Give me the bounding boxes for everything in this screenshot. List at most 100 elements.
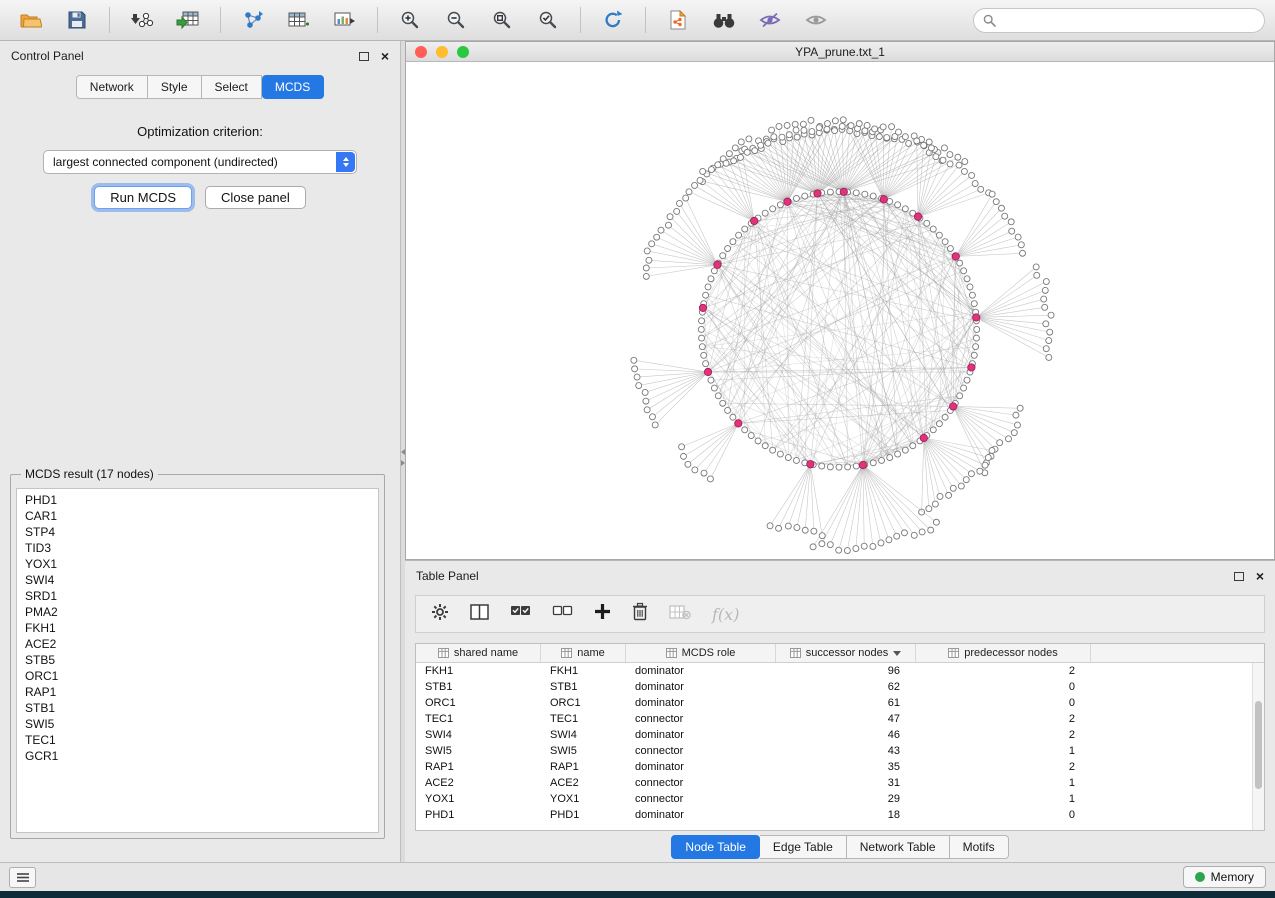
zoom-in-button[interactable] (389, 4, 431, 37)
cell-predecessor-nodes[interactable]: 1 (916, 775, 1091, 791)
cell-shared-name[interactable]: TEC1 (416, 711, 541, 727)
cell-name[interactable]: ACE2 (541, 775, 626, 791)
table-settings-button[interactable] (431, 603, 449, 626)
cell-name[interactable]: ORC1 (541, 695, 626, 711)
delete-column-button[interactable] (632, 602, 648, 626)
control-panel-tab[interactable]: Network (76, 75, 148, 99)
cell-successor-nodes[interactable]: 62 (776, 679, 916, 695)
open-file-button[interactable] (10, 4, 52, 37)
dropdown-stepper-icon[interactable] (336, 152, 355, 172)
cell-shared-name[interactable]: SWI5 (416, 743, 541, 759)
cell-shared-name[interactable]: FKH1 (416, 663, 541, 679)
table-row[interactable]: YOX1 YOX1 connector 29 1 (416, 791, 1252, 807)
mcds-result-item[interactable]: YOX1 (17, 556, 378, 572)
sort-arrow-icon[interactable] (893, 651, 901, 656)
zoom-selected-button[interactable] (527, 4, 569, 37)
minimize-window-icon[interactable] (436, 46, 448, 58)
import-table-button[interactable] (167, 4, 209, 37)
cell-successor-nodes[interactable]: 43 (776, 743, 916, 759)
mcds-result-item[interactable]: SWI4 (17, 572, 378, 588)
table-row[interactable]: PHD1 PHD1 dominator 18 0 (416, 807, 1252, 823)
table-tab[interactable]: Motifs (950, 835, 1009, 859)
cell-mcds-role[interactable]: connector (626, 743, 776, 759)
mcds-result-item[interactable]: STB5 (17, 652, 378, 668)
control-panel-tab[interactable]: MCDS (262, 75, 324, 99)
table-tab[interactable]: Network Table (847, 835, 950, 859)
cell-name[interactable]: FKH1 (541, 663, 626, 679)
zoom-out-button[interactable] (435, 4, 477, 37)
criterion-dropdown[interactable]: largest connected component (undirected) (43, 150, 357, 174)
close-window-icon[interactable] (415, 46, 427, 58)
cell-name[interactable]: STB1 (541, 679, 626, 695)
cell-predecessor-nodes[interactable]: 0 (916, 807, 1091, 823)
cell-successor-nodes[interactable]: 31 (776, 775, 916, 791)
search-input[interactable] (1001, 13, 1255, 27)
table-row[interactable]: ORC1 ORC1 dominator 61 0 (416, 695, 1252, 711)
cell-mcds-role[interactable]: dominator (626, 679, 776, 695)
cell-mcds-role[interactable]: dominator (626, 807, 776, 823)
cell-mcds-role[interactable]: connector (626, 791, 776, 807)
table-tab[interactable]: Node Table (671, 835, 760, 859)
run-mcds-button[interactable]: Run MCDS (94, 186, 192, 209)
import-network-button[interactable] (121, 4, 163, 37)
show-details-button[interactable] (795, 4, 837, 37)
mcds-result-item[interactable]: TID3 (17, 540, 378, 556)
cell-predecessor-nodes[interactable]: 2 (916, 727, 1091, 743)
network-canvas[interactable] (406, 62, 1274, 559)
cell-predecessor-nodes[interactable]: 1 (916, 791, 1091, 807)
mcds-result-item[interactable]: CAR1 (17, 508, 378, 524)
column-header[interactable]: shared name (416, 644, 541, 662)
cell-successor-nodes[interactable]: 61 (776, 695, 916, 711)
find-button[interactable] (703, 4, 745, 37)
mcds-result-item[interactable]: PHD1 (17, 492, 378, 508)
cell-mcds-role[interactable]: dominator (626, 695, 776, 711)
mcds-result-item[interactable]: RAP1 (17, 684, 378, 700)
mcds-result-item[interactable]: SRD1 (17, 588, 378, 604)
cell-successor-nodes[interactable]: 47 (776, 711, 916, 727)
column-header[interactable]: predecessor nodes (916, 644, 1091, 662)
cell-mcds-role[interactable]: dominator (626, 727, 776, 743)
show-columns-button[interactable] (470, 604, 489, 625)
hide-details-button[interactable] (749, 4, 791, 37)
cell-successor-nodes[interactable]: 46 (776, 727, 916, 743)
apply-layout-button[interactable] (592, 4, 634, 37)
cell-mcds-role[interactable]: dominator (626, 759, 776, 775)
memory-button[interactable]: Memory (1183, 866, 1266, 888)
cell-shared-name[interactable]: RAP1 (416, 759, 541, 775)
save-session-button[interactable] (56, 4, 98, 37)
mcds-result-item[interactable]: TEC1 (17, 732, 378, 748)
table-row[interactable]: SWI4 SWI4 dominator 46 2 (416, 727, 1252, 743)
cell-successor-nodes[interactable]: 96 (776, 663, 916, 679)
add-column-button[interactable] (594, 603, 611, 625)
cell-shared-name[interactable]: PHD1 (416, 807, 541, 823)
cell-name[interactable]: YOX1 (541, 791, 626, 807)
close-panel-icon[interactable]: × (381, 49, 389, 63)
mcds-result-item[interactable]: STB1 (17, 700, 378, 716)
network-view-titlebar[interactable]: YPA_prune.txt_1 (406, 42, 1274, 62)
cell-successor-nodes[interactable]: 18 (776, 807, 916, 823)
cell-shared-name[interactable]: YOX1 (416, 791, 541, 807)
task-history-button[interactable] (9, 867, 36, 888)
float-panel-icon[interactable] (1234, 572, 1244, 581)
cell-predecessor-nodes[interactable]: 2 (916, 711, 1091, 727)
cell-shared-name[interactable]: STB1 (416, 679, 541, 695)
column-header[interactable]: name (541, 644, 626, 662)
cell-predecessor-nodes[interactable]: 2 (916, 759, 1091, 775)
cell-mcds-role[interactable]: connector (626, 775, 776, 791)
cell-successor-nodes[interactable]: 29 (776, 791, 916, 807)
network-graph[interactable] (406, 62, 1274, 559)
cell-mcds-role[interactable]: connector (626, 711, 776, 727)
close-panel-button[interactable]: Close panel (205, 186, 306, 209)
cell-predecessor-nodes[interactable]: 2 (916, 663, 1091, 679)
cell-name[interactable]: SWI4 (541, 727, 626, 743)
table-row[interactable]: TEC1 TEC1 connector 47 2 (416, 711, 1252, 727)
zoom-fit-button[interactable] (481, 4, 523, 37)
cell-name[interactable]: TEC1 (541, 711, 626, 727)
control-panel-tab[interactable]: Style (148, 75, 202, 99)
cell-successor-nodes[interactable]: 35 (776, 759, 916, 775)
mcds-result-list[interactable]: PHD1CAR1STP4TID3YOX1SWI4SRD1PMA2FKH1ACE2… (16, 488, 379, 833)
cell-predecessor-nodes[interactable]: 0 (916, 695, 1091, 711)
control-panel-tab[interactable]: Select (202, 75, 262, 99)
cell-predecessor-nodes[interactable]: 0 (916, 679, 1091, 695)
new-table-button[interactable] (278, 4, 320, 37)
